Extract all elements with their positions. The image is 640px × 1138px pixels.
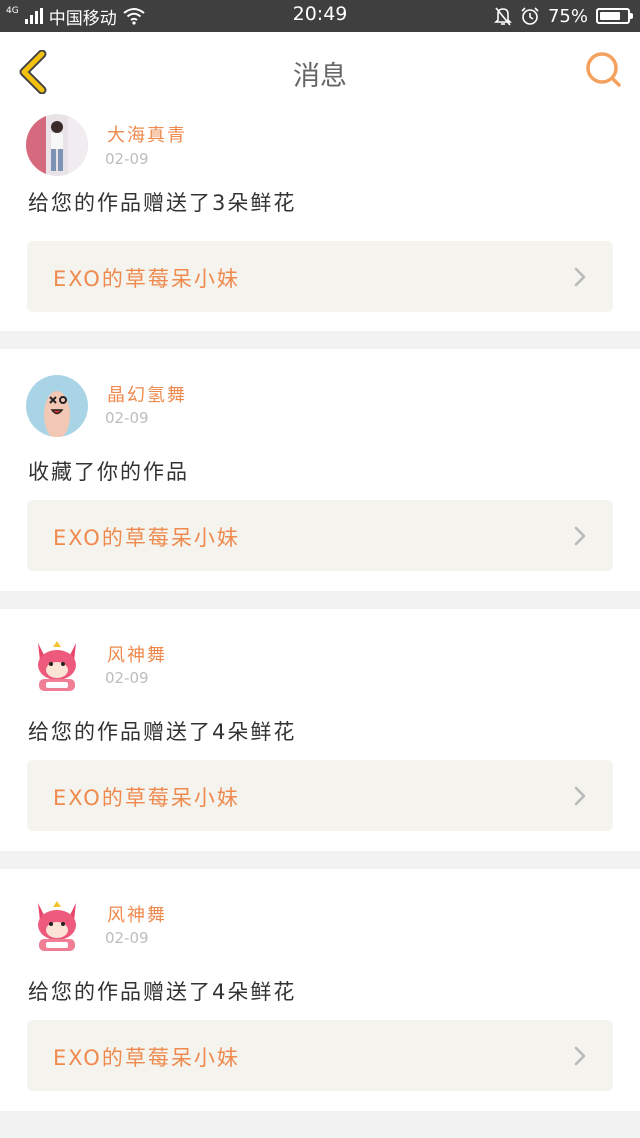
notification-text: 给您的作品赠送了4朵鲜花 [28,720,297,744]
notification-text: 给您的作品赠送了3朵鲜花 [28,191,297,215]
notification-text: 给您的作品赠送了4朵鲜花 [28,980,297,1004]
status-right: 75% [494,4,633,28]
avatar[interactable] [26,114,88,176]
avatar[interactable] [26,895,88,957]
work-title: EXO的草莓呆小妹 [53,267,240,291]
mute-bell-icon [494,7,512,26]
work-link[interactable]: EXO的草莓呆小妹 [27,241,613,312]
battery-percent: 75% [547,5,588,27]
chevron-right-icon [574,1046,586,1066]
notification-date: 02-09 [105,929,149,947]
username[interactable]: 大海真青 [107,121,187,147]
notification-card: 大海真青 02-09 给您的作品赠送了3朵鲜花 EXO的草莓呆小妹 [0,100,640,331]
header: 消息 [0,32,640,110]
work-link[interactable]: EXO的草莓呆小妹 [27,1020,613,1091]
avatar[interactable] [26,375,88,437]
notification-text: 收藏了你的作品 [28,460,189,484]
battery-fill [600,12,620,20]
username[interactable]: 风神舞 [107,901,167,927]
chevron-right-icon [574,267,586,287]
username[interactable]: 风神舞 [107,641,167,667]
work-link[interactable]: EXO的草莓呆小妹 [27,500,613,571]
search-icon [586,52,621,87]
chevron-right-icon [574,526,586,546]
notification-date: 02-09 [105,150,149,168]
avatar[interactable] [26,635,88,697]
alarm-icon [521,7,539,25]
notification-card: 风神舞 02-09 给您的作品赠送了4朵鲜花 EXO的草莓呆小妹 [0,609,640,851]
work-title: EXO的草莓呆小妹 [53,526,240,550]
notification-card: 风神舞 02-09 给您的作品赠送了4朵鲜花 EXO的草莓呆小妹 [0,869,640,1111]
status-bar: 4G 中国移动 20:49 75% [0,0,640,32]
notification-date: 02-09 [105,409,149,427]
work-link[interactable]: EXO的草莓呆小妹 [27,760,613,831]
page-title: 消息 [293,61,347,92]
battery-icon [596,8,633,24]
search-button[interactable] [584,50,624,90]
chevron-right-icon [574,786,586,806]
notification-card: 晶幻氢舞 02-09 收藏了你的作品 EXO的草莓呆小妹 [0,349,640,591]
notification-date: 02-09 [105,669,149,687]
username[interactable]: 晶幻氢舞 [107,381,187,407]
work-title: EXO的草莓呆小妹 [53,1046,240,1070]
work-title: EXO的草莓呆小妹 [53,786,240,810]
